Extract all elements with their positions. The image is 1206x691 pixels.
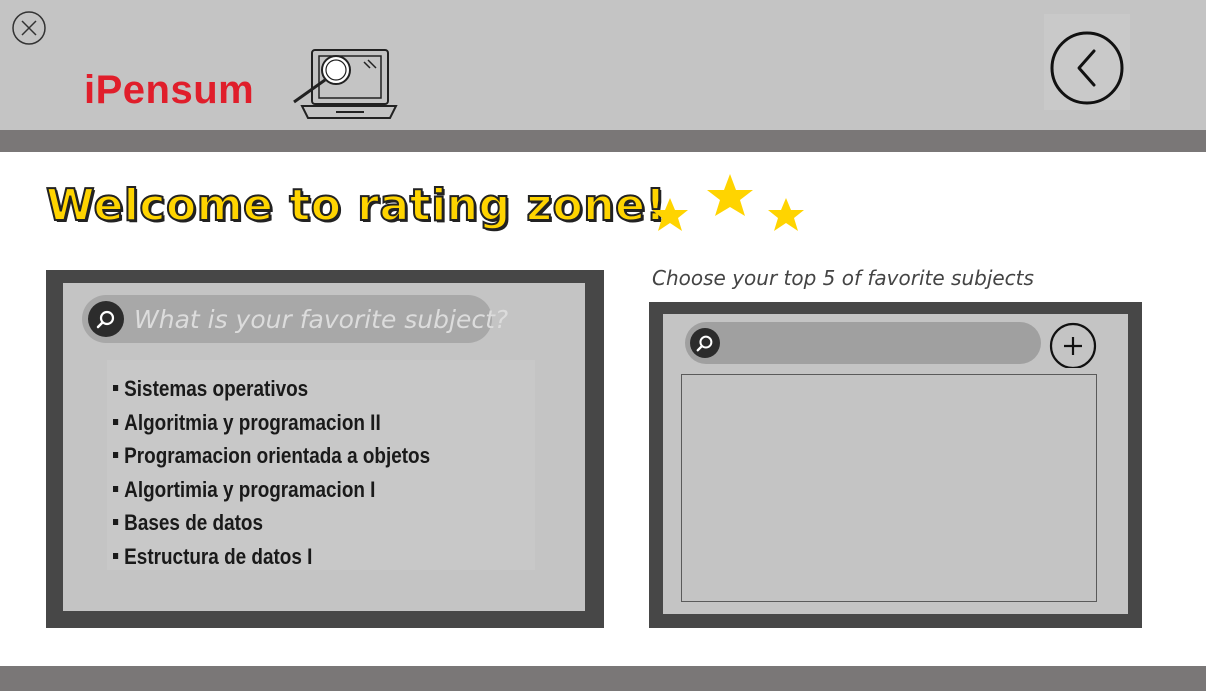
bullet [113, 519, 119, 526]
bullet [113, 418, 119, 425]
subject-item[interactable]: Bases de datos [113, 506, 430, 540]
subject-label: Programacion orientada a objetos [124, 443, 431, 468]
header-divider [0, 130, 1206, 152]
bullet [113, 452, 119, 459]
stars-icon [646, 170, 816, 246]
subject-item[interactable]: Programacion orientada a objetos [113, 439, 430, 473]
search-placeholder: What is your favorite subject? [134, 304, 509, 334]
subject-list: Sistemas operativos Algoritmia y program… [113, 372, 482, 573]
subject-label: Algoritmia y programacion II [124, 409, 381, 435]
bullet [113, 385, 119, 392]
laptop-magnifier-icon [292, 46, 400, 124]
subject-search-panel-inner: What is your favorite subject? Sistemas … [63, 283, 585, 611]
footer-divider [0, 666, 1206, 691]
close-icon[interactable] [11, 10, 47, 46]
subject-label: Estructura de datos I [124, 543, 313, 569]
subject-search-panel: What is your favorite subject? Sistemas … [46, 270, 604, 628]
favorites-label: Choose your top 5 of favorite subjects [652, 266, 1034, 290]
subject-label: Sistemas operativos [124, 376, 309, 401]
subject-search-input[interactable]: What is your favorite subject? [82, 295, 508, 343]
add-favorite-button[interactable] [1047, 322, 1099, 370]
subject-list-box: Sistemas operativos Algoritmia y program… [107, 360, 535, 570]
favorites-panel [649, 302, 1142, 628]
chevron-left-icon [1050, 31, 1124, 105]
subject-label: Bases de datos [124, 510, 263, 535]
subject-item[interactable]: Algortimia y programacion I [113, 473, 430, 507]
plus-icon [1049, 322, 1097, 370]
subject-item[interactable]: Estructura de datos I [113, 540, 430, 574]
favorites-list-box[interactable] [681, 374, 1097, 602]
search-icon[interactable] [88, 301, 124, 337]
favorites-search-input[interactable] [685, 322, 1041, 364]
bullet [113, 552, 119, 559]
subject-item[interactable]: Algoritmia y programacion II [113, 406, 430, 440]
subject-item[interactable]: Sistemas operativos [113, 372, 430, 406]
favorites-panel-inner [663, 314, 1128, 614]
subject-label: Algortimia y programacion I [124, 476, 376, 502]
search-icon[interactable] [690, 328, 720, 358]
page-title: Welcome to rating zone! [45, 179, 667, 232]
back-button[interactable] [1044, 14, 1130, 110]
app-logo-text: iPensum [84, 68, 255, 112]
bullet [113, 485, 119, 492]
